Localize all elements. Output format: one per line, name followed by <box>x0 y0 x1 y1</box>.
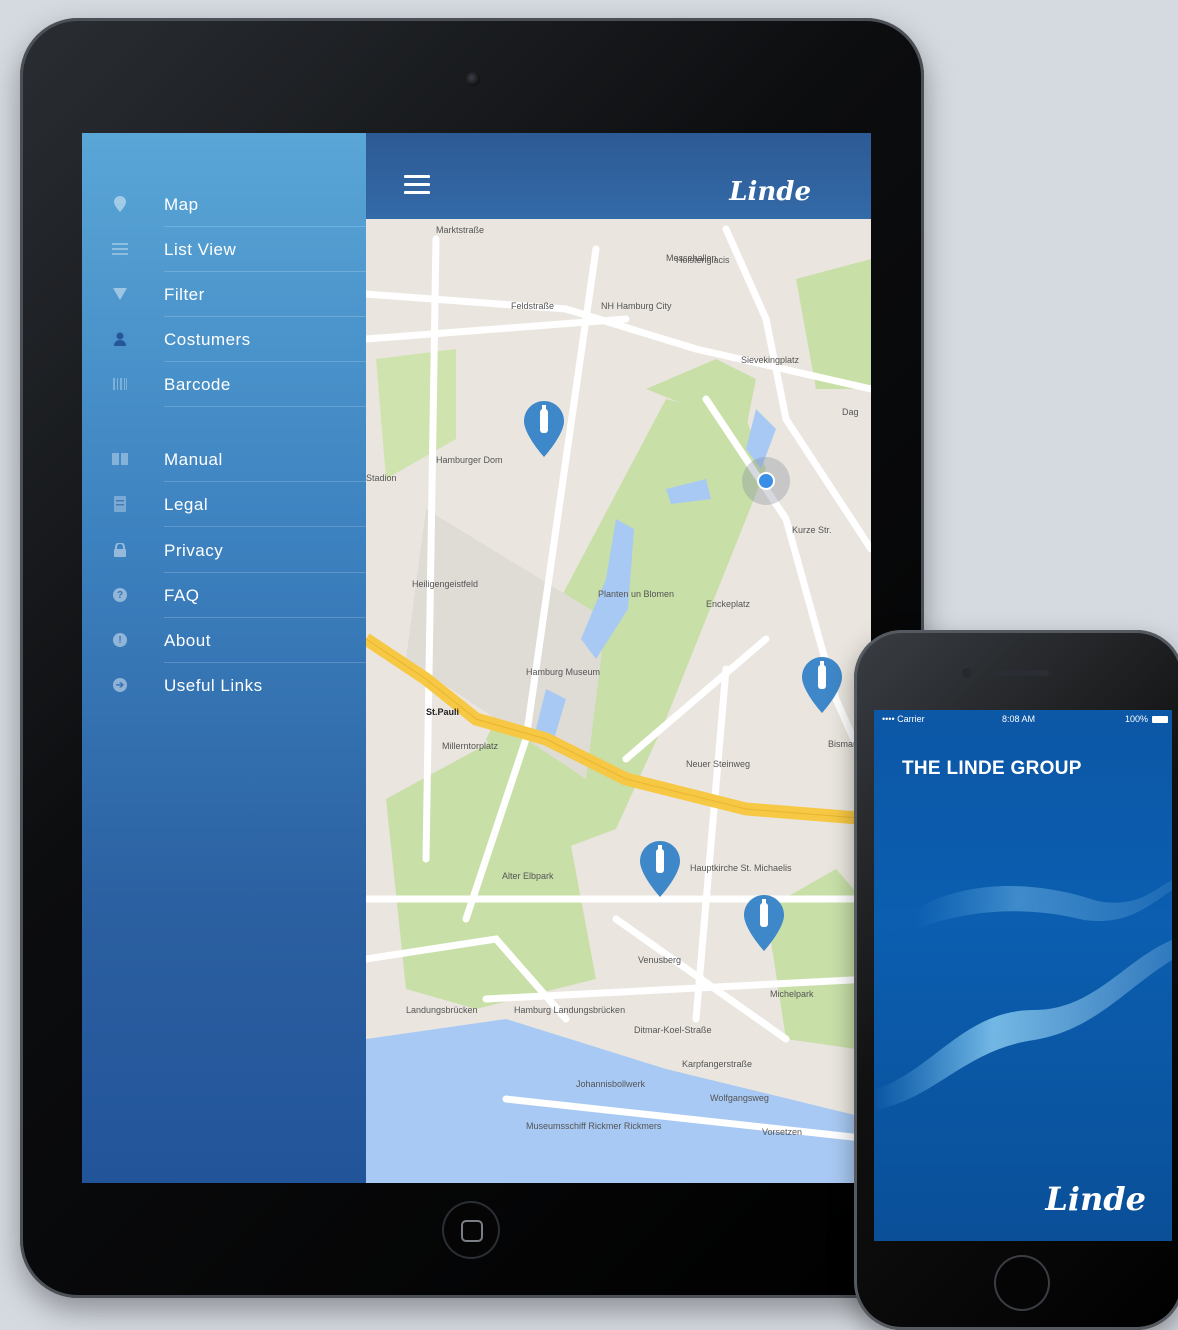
app-header: Linde <box>366 133 871 219</box>
hamburger-menu-icon[interactable] <box>404 175 430 195</box>
sidebar-item-label: Map <box>164 195 199 214</box>
gas-cylinder-pin-icon[interactable] <box>524 401 564 457</box>
phone-device: •••• Carrier 8:08 AM 100% THE LINDE GROU… <box>854 630 1178 1330</box>
map-label: Kurze Str. <box>792 525 832 535</box>
battery-icon <box>1152 716 1168 723</box>
splash-wave-graphic <box>874 880 1172 1110</box>
map-label: Hauptkirche St. Michaelis <box>690 863 792 873</box>
sidebar-item-faq[interactable]: ? FAQ <box>82 574 366 618</box>
sidebar-item-label: Privacy <box>164 541 224 560</box>
sidebar-item-label: Costumers <box>164 330 251 349</box>
map-label: Stadion <box>366 473 397 483</box>
info-icon: ! <box>112 632 128 648</box>
document-icon <box>112 496 128 512</box>
divider <box>164 226 366 227</box>
map-label: Holstenglacis <box>676 255 730 265</box>
sidebar-item-label: About <box>164 631 211 650</box>
sidebar-item-legal[interactable]: Legal <box>82 483 366 527</box>
map-label: Hamburg Museum <box>526 667 601 677</box>
sidebar-item-list-view[interactable]: List View <box>82 228 366 272</box>
home-button[interactable] <box>442 1201 500 1259</box>
divider <box>164 316 366 317</box>
status-battery: 100% <box>1124 714 1148 724</box>
book-icon <box>112 451 128 467</box>
map-label: Neuer Steinweg <box>686 759 751 769</box>
sidebar-item-label: Useful Links <box>164 676 263 695</box>
map-label: Johannisbollwerk <box>576 1079 646 1089</box>
sidebar-item-label: List View <box>164 240 237 259</box>
home-button[interactable] <box>994 1255 1050 1311</box>
question-icon: ? <box>112 587 128 603</box>
sidebar-item-label: Manual <box>164 450 223 469</box>
phone-screen: •••• Carrier 8:08 AM 100% THE LINDE GROU… <box>874 710 1172 1241</box>
sidebar-item-barcode[interactable]: Barcode <box>82 363 366 407</box>
map-label: Millerntorplatz <box>442 741 499 751</box>
map-label: St.Pauli <box>426 707 460 717</box>
map-label: Museumsschiff Rickmer Rickmers <box>526 1121 662 1131</box>
camera-icon <box>466 72 480 86</box>
map-label: Heiligengeistfeld <box>412 579 479 589</box>
sidebar-item-label: FAQ <box>164 586 200 605</box>
lock-icon <box>112 542 128 558</box>
map-label: Alter Elbpark <box>502 871 554 881</box>
status-time: 8:08 AM <box>1002 714 1036 724</box>
map-label: Marktstraße <box>436 225 485 235</box>
divider <box>164 526 366 527</box>
map-label: Enckeplatz <box>706 599 751 609</box>
map-label: Feldstraße <box>511 301 555 311</box>
sidebar-item-label: Barcode <box>164 375 231 394</box>
sidebar-item-label: Legal <box>164 495 209 514</box>
map-label: Ditmar-Koel-Straße <box>634 1025 712 1035</box>
map-label: Sievekingplatz <box>741 355 800 365</box>
map-label: Planten un Blomen <box>598 589 675 599</box>
status-carrier: •••• Carrier <box>882 714 925 724</box>
divider <box>164 361 366 362</box>
map-label: Landungsbrücken <box>406 1005 478 1015</box>
map-label: Michelpark <box>770 989 814 999</box>
tablet-screen: Map List View Filter Costumers Barcode M… <box>82 133 871 1183</box>
divider <box>164 271 366 272</box>
tablet-device: Map List View Filter Costumers Barcode M… <box>20 18 924 1298</box>
person-icon <box>112 331 128 347</box>
map-label: Hamburger Dom <box>436 455 503 465</box>
sidebar: Map List View Filter Costumers Barcode M… <box>82 133 366 1183</box>
sidebar-item-costumers[interactable]: Costumers <box>82 318 366 362</box>
divider <box>164 662 366 663</box>
list-icon <box>112 241 128 257</box>
map-label: Vorsetzen <box>762 1127 803 1137</box>
sidebar-item-manual[interactable]: Manual <box>82 438 366 482</box>
barcode-icon <box>112 376 128 392</box>
sidebar-item-label: Filter <box>164 285 205 304</box>
brand-logo: Linde <box>729 177 811 207</box>
divider <box>164 481 366 482</box>
map-label: NH Hamburg City <box>601 301 672 311</box>
splash-title: THE LINDE GROUP <box>902 758 1082 779</box>
sidebar-item-map[interactable]: Map <box>82 183 366 227</box>
sidebar-item-privacy[interactable]: Privacy <box>82 529 366 573</box>
sidebar-item-about[interactable]: ! About <box>82 619 366 663</box>
map-label: Venusberg <box>638 955 682 965</box>
map-label: Karpfangerstraße <box>682 1059 753 1069</box>
arrow-right-icon: ➔ <box>112 677 128 693</box>
brand-logo: Linde <box>1045 1180 1146 1218</box>
map-label: Dag <box>842 407 859 417</box>
gas-cylinder-pin-icon[interactable] <box>744 895 784 951</box>
gas-cylinder-pin-icon[interactable] <box>640 841 680 897</box>
divider <box>164 406 366 407</box>
sidebar-item-useful-links[interactable]: ➔ Useful Links <box>82 664 366 708</box>
camera-icon <box>962 668 972 678</box>
sidebar-item-filter[interactable]: Filter <box>82 273 366 317</box>
filter-icon <box>112 286 128 302</box>
map-label: Hamburg Landungsbrücken <box>514 1005 626 1015</box>
map-pin-icon <box>112 196 128 212</box>
gas-cylinder-pin-icon[interactable] <box>802 657 842 713</box>
divider <box>164 617 366 618</box>
map-label: Wolfgangsweg <box>710 1093 769 1103</box>
divider <box>164 572 366 573</box>
speaker-grille <box>994 670 1049 676</box>
map-view[interactable]: Marktstraße Messehallen Feldstraße NH Ha… <box>366 219 871 1183</box>
